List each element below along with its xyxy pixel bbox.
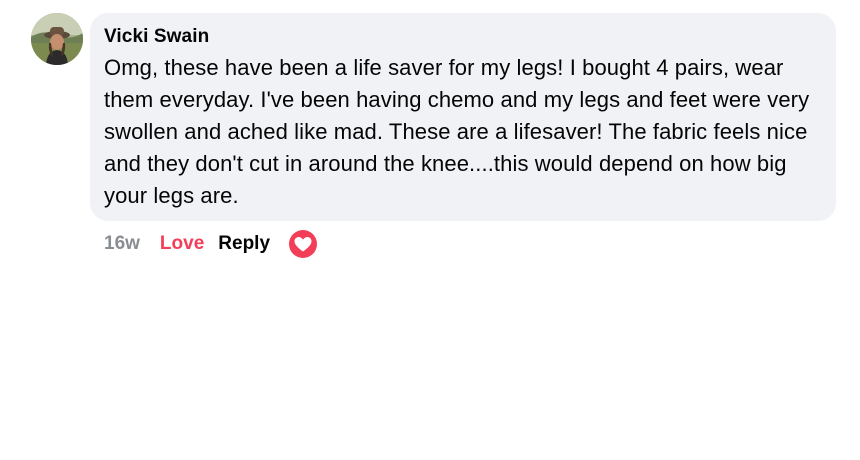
love-reaction-button[interactable]: Love xyxy=(160,233,204,255)
heart-icon xyxy=(294,237,312,252)
comment-timestamp[interactable]: 16w xyxy=(104,233,140,255)
comment-bubble: Vicki Swain Omg, these have been a life … xyxy=(90,13,836,221)
avatar[interactable] xyxy=(31,13,83,65)
comment-text: Omg, these have been a life saver for my… xyxy=(104,55,810,208)
avatar-photo xyxy=(31,13,83,65)
reaction-count-badge[interactable] xyxy=(287,228,319,260)
reply-button[interactable]: Reply xyxy=(218,233,270,255)
comment-actions: 16w Love Reply xyxy=(104,229,290,259)
comment-author[interactable]: Vicki Swain xyxy=(104,25,822,49)
love-reaction-badge xyxy=(289,230,317,258)
